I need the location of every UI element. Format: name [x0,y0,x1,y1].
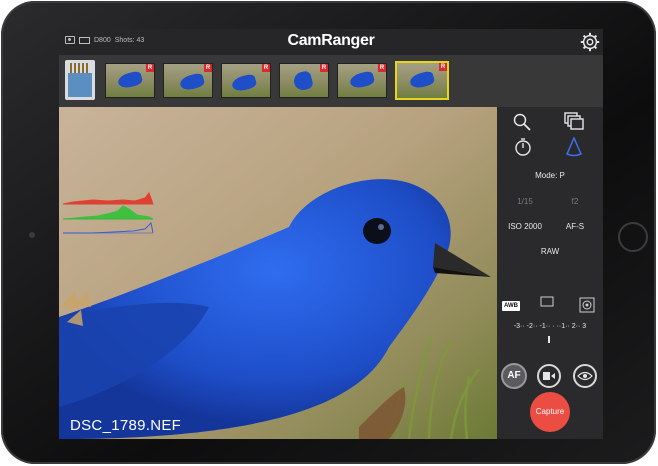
shutter-speed[interactable]: 1/15 [505,197,545,206]
exposure-scale: -3·· -2·· -1·· · ··1·· 2·· 3 [513,323,587,330]
top-bar: D800 Shots: 43 CamRanger [59,29,603,55]
front-camera [29,232,35,238]
aperture[interactable]: f2 [557,197,593,206]
sd-card-icon[interactable] [65,60,95,100]
eye-icon [577,371,593,381]
raw-badge: R [378,64,386,72]
home-button[interactable] [618,222,648,252]
metering-icon[interactable] [579,297,595,313]
thumbnail-strip: R R R R R R [59,55,603,107]
thumbnail-selected[interactable]: R [395,61,449,100]
live-view-button[interactable] [573,364,597,388]
af-label: AF [507,370,521,381]
raw-badge: R [204,64,212,72]
gear-icon[interactable] [579,31,601,53]
video-camera-icon [543,372,555,380]
exposure-indicator [548,336,550,343]
ipad-frame: D800 Shots: 43 CamRanger R R R R R R DSC… [1,1,656,464]
raw-badge: R [320,64,328,72]
focus-mode[interactable]: AF-S [557,222,593,231]
iso-value[interactable]: ISO 2000 [503,222,547,231]
mode-label[interactable]: Mode: P [497,171,603,180]
app-screen: D800 Shots: 43 CamRanger R R R R R R DSC… [59,29,603,439]
thumbnail[interactable]: R [337,63,387,98]
live-view-image[interactable]: DSC_1789.NEF [59,107,497,439]
capture-button[interactable]: Capture [530,392,570,432]
thumbnail[interactable]: R [163,63,213,98]
photo-filename: DSC_1789.NEF [70,417,182,434]
bluebird-photo [59,107,497,439]
zoom-icon[interactable] [512,112,532,132]
white-balance[interactable]: AWB [502,301,520,311]
bracketing-icon[interactable] [563,111,585,133]
control-panel: Mode: P 1/15 f2 ISO 2000 AF-S RAW AWB -3… [497,107,603,439]
timer-icon[interactable] [513,137,533,157]
raw-badge: R [262,64,270,72]
af-button[interactable]: AF [501,363,527,389]
image-format[interactable]: RAW [497,247,603,256]
focus-stacking-icon[interactable] [565,137,583,157]
thumbnail[interactable]: R [279,63,329,98]
app-logo: CamRanger [287,32,375,49]
thumbnail[interactable]: R [221,63,271,98]
raw-badge: R [146,64,154,72]
histogram [63,191,154,234]
thumbnail[interactable]: R [105,63,155,98]
drive-mode-icon[interactable] [540,296,554,308]
raw-badge: R [439,63,447,71]
video-button[interactable] [537,364,561,388]
